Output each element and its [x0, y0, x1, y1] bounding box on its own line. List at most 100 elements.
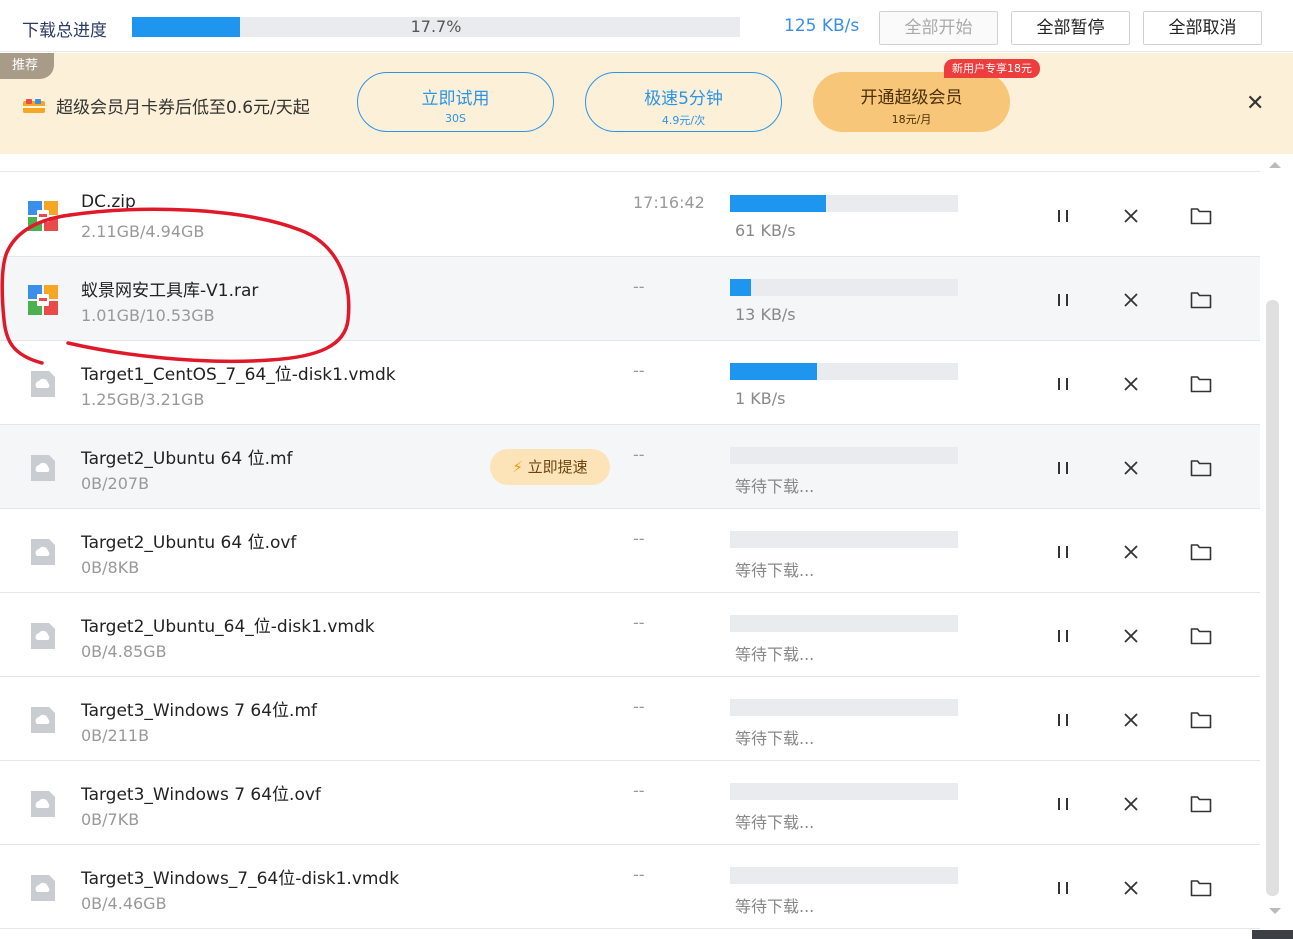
remaining-time: -- [633, 697, 645, 716]
scrollbar[interactable] [1263, 154, 1293, 939]
progress-track [730, 447, 958, 464]
folder-icon[interactable] [1188, 791, 1214, 817]
table-row[interactable]: 蚁景网安工具库-V1.rar 1.01GB/10.53GB -- 13 KB/s [0, 257, 1260, 341]
folder-icon[interactable] [1188, 623, 1214, 649]
download-status: 等待下载... [735, 645, 815, 664]
folder-icon[interactable] [1188, 539, 1214, 565]
close-icon[interactable] [1118, 203, 1144, 229]
cloud-file-icon [28, 789, 58, 819]
table-row[interactable]: Target3_Windows_7_64位-disk1.vmdk 0B/4.46G… [0, 845, 1260, 929]
progress-track [730, 699, 958, 716]
download-status: 等待下载... [735, 729, 815, 748]
progress-track [730, 195, 958, 212]
pause-icon[interactable] [1050, 455, 1076, 481]
recommend-tag: 推荐 [0, 53, 54, 79]
close-icon[interactable] [1118, 791, 1144, 817]
scroll-down-icon[interactable] [1269, 908, 1281, 914]
overall-progress-title: 下载总进度 [22, 21, 107, 41]
download-status: 等待下载... [735, 477, 815, 496]
folder-icon[interactable] [1188, 203, 1214, 229]
file-name: 蚁景网安工具库-V1.rar [81, 281, 259, 301]
download-status: 等待下载... [735, 561, 815, 580]
remaining-time: -- [633, 781, 645, 800]
overall-progress-percent: 17.7% [410, 17, 462, 36]
folder-icon[interactable] [1188, 287, 1214, 313]
download-status: 等待下载... [735, 897, 815, 916]
folder-icon[interactable] [1188, 707, 1214, 733]
table-row[interactable]: Target2_Ubuntu 64 位.mf 0B/207B ⚡ 立即提速 -- 等待下… [0, 425, 1260, 509]
window-corner [1252, 930, 1293, 939]
cloud-file-icon [28, 705, 58, 735]
download-status: 61 KB/s [735, 221, 796, 240]
file-name: Target2_Ubuntu 64 位.ovf [81, 533, 297, 553]
cloud-file-icon [28, 873, 58, 903]
file-size: 1.01GB/10.53GB [81, 306, 215, 325]
download-status: 1 KB/s [735, 389, 786, 408]
close-icon[interactable] [1118, 371, 1144, 397]
pause-icon[interactable] [1050, 791, 1076, 817]
progress-track [730, 363, 958, 380]
pause-icon[interactable] [1050, 203, 1076, 229]
folder-icon[interactable] [1188, 875, 1214, 901]
file-size: 0B/207B [81, 474, 150, 493]
pause-icon[interactable] [1050, 707, 1076, 733]
cloud-file-icon [28, 537, 58, 567]
cloud-file-icon [28, 369, 58, 399]
remaining-time: -- [633, 613, 645, 632]
table-row[interactable]: Target1_CentOS_7_64_位-disk1.vmdk 1.25GB/3… [0, 341, 1260, 425]
file-size: 2.11GB/4.94GB [81, 222, 205, 241]
close-icon[interactable] [1118, 287, 1144, 313]
close-icon[interactable] [1118, 707, 1144, 733]
progress-track [730, 279, 958, 296]
file-name: Target2_Ubuntu 64 位.mf [81, 449, 293, 469]
file-name: Target2_Ubuntu_64_位-disk1.vmdk [81, 617, 375, 637]
cloud-file-icon [28, 621, 58, 651]
boost-button[interactable]: ⚡ 立即提速 [490, 449, 610, 485]
close-icon[interactable] [1118, 623, 1144, 649]
table-row[interactable]: Target2_Ubuntu_64_位-disk1.vmdk 0B/4.85GB -… [0, 593, 1260, 677]
file-size: 1.25GB/3.21GB [81, 390, 205, 409]
pause-icon[interactable] [1050, 875, 1076, 901]
folder-icon[interactable] [1188, 455, 1214, 481]
file-name: Target3_Windows 7 64位.mf [81, 701, 317, 721]
remaining-time: -- [633, 445, 645, 464]
file-name: DC.zip [81, 192, 136, 212]
table-row[interactable]: Target3_Windows 7 64位.mf 0B/211B -- 等待下载... [0, 677, 1260, 761]
close-icon[interactable] [1118, 539, 1144, 565]
table-row[interactable]: Target3_Windows 7 64位.ovf 0B/7KB -- 等待下载... [0, 761, 1260, 845]
progress-track [730, 615, 958, 632]
scroll-up-icon[interactable] [1269, 162, 1281, 168]
download-status: 等待下载... [735, 813, 815, 832]
pause-all-button[interactable]: 全部暂停 [1011, 11, 1130, 45]
pause-icon[interactable] [1050, 371, 1076, 397]
lightning-icon: ⚡ [512, 458, 523, 476]
table-row[interactable]: DC.zip 2.11GB/4.94GB 17:16:42 61 KB/s [0, 173, 1260, 257]
pause-icon[interactable] [1050, 539, 1076, 565]
close-icon[interactable]: ✕ [1246, 91, 1264, 116]
speed-5min-button[interactable]: 极速5分钟 4.9元/次 [585, 72, 782, 132]
cancel-all-button[interactable]: 全部取消 [1143, 11, 1262, 45]
overall-speed: 125 KB/s [784, 16, 860, 36]
close-icon[interactable] [1118, 875, 1144, 901]
try-now-button[interactable]: 立即试用 30S [357, 72, 554, 132]
progress-fill [730, 195, 826, 212]
table-row[interactable]: Target2_Ubuntu 64 位.ovf 0B/8KB -- 等待下载... [0, 509, 1260, 593]
speed-5min-label: 极速5分钟 [644, 89, 723, 109]
scrollbar-thumb[interactable] [1266, 300, 1279, 896]
list-item [0, 154, 1260, 172]
folder-icon[interactable] [1188, 371, 1214, 397]
remaining-time: -- [633, 277, 645, 296]
promo-banner: 推荐 超级会员月卡券后低至0.6元/天起 立即试用 30S 极速5分钟 4.9元… [0, 53, 1293, 154]
start-all-button[interactable]: 全部开始 [879, 11, 998, 45]
overall-progress-track: 17.7% [132, 17, 740, 37]
file-name: Target3_Windows_7_64位-disk1.vmdk [81, 869, 400, 889]
archive-icon [28, 285, 58, 315]
close-icon[interactable] [1118, 455, 1144, 481]
open-super-vip-button[interactable]: 开通超级会员 18元/月 [813, 72, 1010, 132]
remaining-time: -- [633, 529, 645, 548]
pause-icon[interactable] [1050, 623, 1076, 649]
download-list: DC.zip 2.11GB/4.94GB 17:16:42 61 KB/s 蚁景网安工… [0, 154, 1260, 939]
promo-text: 超级会员月卡券后低至0.6元/天起 [56, 98, 310, 118]
remaining-time: -- [633, 361, 645, 380]
pause-icon[interactable] [1050, 287, 1076, 313]
